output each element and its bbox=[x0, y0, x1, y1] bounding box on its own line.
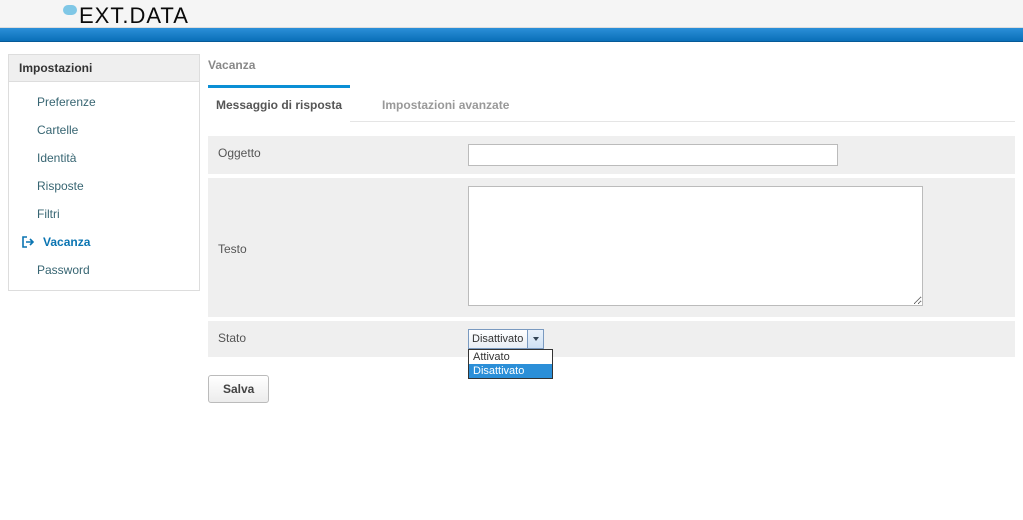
subject-input[interactable] bbox=[468, 144, 838, 166]
sidebar-item-vacation[interactable]: Vacanza bbox=[9, 228, 199, 256]
tab-label: Messaggio di risposta bbox=[216, 98, 342, 112]
sidebar-item-filters[interactable]: Filtri bbox=[9, 200, 199, 228]
tab-bar: Messaggio di risposta Impostazioni avanz… bbox=[208, 84, 1015, 122]
option-label: Disattivato bbox=[473, 365, 524, 377]
cloud-icon bbox=[63, 5, 77, 15]
sidebar-item-label: Identità bbox=[37, 151, 76, 165]
status-selected-value: Disattivato bbox=[469, 333, 527, 345]
option-label: Attivato bbox=[473, 351, 510, 363]
status-select-wrap: Disattivato Attivato Disattivato bbox=[468, 329, 544, 349]
tab-reply-message[interactable]: Messaggio di risposta bbox=[208, 85, 350, 122]
arrow-out-icon bbox=[21, 234, 37, 250]
sidebar-item-label: Filtri bbox=[37, 207, 60, 221]
body-textarea[interactable] bbox=[468, 186, 923, 306]
tab-label: Impostazioni avanzate bbox=[382, 98, 509, 112]
body-label: Testo bbox=[208, 178, 458, 317]
sidebar-item-label: Preferenze bbox=[37, 95, 96, 109]
content-area: Vacanza Messaggio di risposta Impostazio… bbox=[208, 54, 1015, 512]
brand-logo: EXT.DATA bbox=[63, 3, 189, 37]
sidebar-item-identities[interactable]: Identità bbox=[9, 144, 199, 172]
main-area: Impostazioni Preferenze Cartelle Identit… bbox=[0, 42, 1023, 520]
status-option-disabled[interactable]: Disattivato bbox=[469, 364, 552, 378]
form-row-body: Testo bbox=[208, 178, 1015, 317]
status-option-active[interactable]: Attivato bbox=[469, 350, 552, 364]
sidebar-item-label: Vacanza bbox=[43, 235, 90, 249]
sidebar-item-preferences[interactable]: Preferenze bbox=[9, 88, 199, 116]
sidebar-item-responses[interactable]: Risposte bbox=[9, 172, 199, 200]
form-actions: Salva bbox=[208, 375, 1015, 403]
tab-advanced-settings[interactable]: Impostazioni avanzate bbox=[374, 85, 517, 122]
status-dropdown: Attivato Disattivato bbox=[468, 349, 553, 379]
sidebar-list: Preferenze Cartelle Identità Risposte Fi… bbox=[8, 81, 200, 291]
sidebar-title: Impostazioni bbox=[8, 54, 200, 81]
sidebar-item-label: Password bbox=[37, 263, 90, 277]
sidebar-item-folders[interactable]: Cartelle bbox=[9, 116, 199, 144]
subject-label: Oggetto bbox=[208, 136, 458, 174]
chevron-down-icon bbox=[527, 330, 543, 348]
sidebar-item-label: Cartelle bbox=[37, 123, 78, 137]
button-label: Salva bbox=[223, 382, 254, 396]
top-bar: EXT.DATA bbox=[0, 0, 1023, 28]
status-label: Stato bbox=[208, 321, 458, 357]
sidebar-item-password[interactable]: Password bbox=[9, 256, 199, 284]
form-row-status: Stato Disattivato Attivato Disattivato bbox=[208, 321, 1015, 357]
status-select[interactable]: Disattivato bbox=[468, 329, 544, 349]
form-row-subject: Oggetto bbox=[208, 136, 1015, 174]
vacation-form: Oggetto Testo Stato Disattivato bbox=[208, 136, 1015, 357]
save-button[interactable]: Salva bbox=[208, 375, 269, 403]
brand-name: EXT.DATA bbox=[79, 3, 189, 29]
settings-sidebar: Impostazioni Preferenze Cartelle Identit… bbox=[8, 54, 200, 512]
sidebar-item-label: Risposte bbox=[37, 179, 84, 193]
content-title: Vacanza bbox=[208, 54, 1015, 84]
